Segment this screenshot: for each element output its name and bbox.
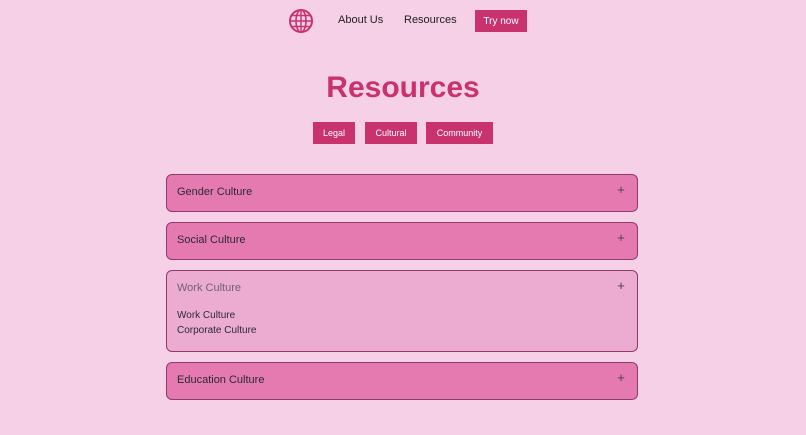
accordion-item-social-culture: Social Culture + — [166, 222, 638, 260]
plus-icon[interactable]: + — [615, 371, 627, 384]
filter-button-legal[interactable]: Legal — [313, 122, 355, 144]
accordion-title: Education Culture — [177, 374, 265, 386]
nav-link-resources[interactable]: Resources — [404, 14, 457, 26]
accordion-header[interactable]: Education Culture + — [167, 363, 637, 399]
accordion-title: Social Culture — [177, 234, 246, 246]
accordion-item-gender-culture: Gender Culture + — [166, 174, 638, 212]
accordion-item-education-culture: Education Culture + — [166, 362, 638, 400]
accordion-body-item: Work Culture — [177, 310, 236, 321]
plus-icon[interactable]: + — [615, 231, 627, 244]
filter-button-cultural[interactable]: Cultural — [365, 122, 417, 144]
page: About Us Resources Try now Resources Leg… — [0, 0, 806, 435]
top-nav: About Us Resources Try now — [0, 8, 806, 34]
plus-icon[interactable]: + — [615, 183, 627, 196]
accordion-header[interactable]: Work Culture + — [167, 271, 637, 307]
accordion-item-work-culture: Work Culture + Work Culture Corporate Cu… — [166, 270, 638, 352]
accordion-title: Work Culture — [177, 282, 241, 294]
accordion-body: Work Culture Corporate Culture — [177, 308, 256, 338]
plus-icon[interactable]: + — [615, 279, 627, 292]
accordion-header[interactable]: Social Culture + — [167, 223, 637, 259]
accordion-header[interactable]: Gender Culture + — [167, 175, 637, 211]
nav-link-about-us[interactable]: About Us — [338, 14, 383, 26]
filter-button-community[interactable]: Community — [426, 122, 493, 144]
try-now-button[interactable]: Try now — [475, 10, 527, 32]
accordion-body-item: Corporate Culture — [177, 325, 257, 336]
globe-icon[interactable] — [288, 8, 314, 34]
accordion-title: Gender Culture — [177, 186, 253, 198]
page-title: Resources — [326, 71, 480, 104]
filter-bar: Legal Cultural Community — [0, 122, 806, 144]
